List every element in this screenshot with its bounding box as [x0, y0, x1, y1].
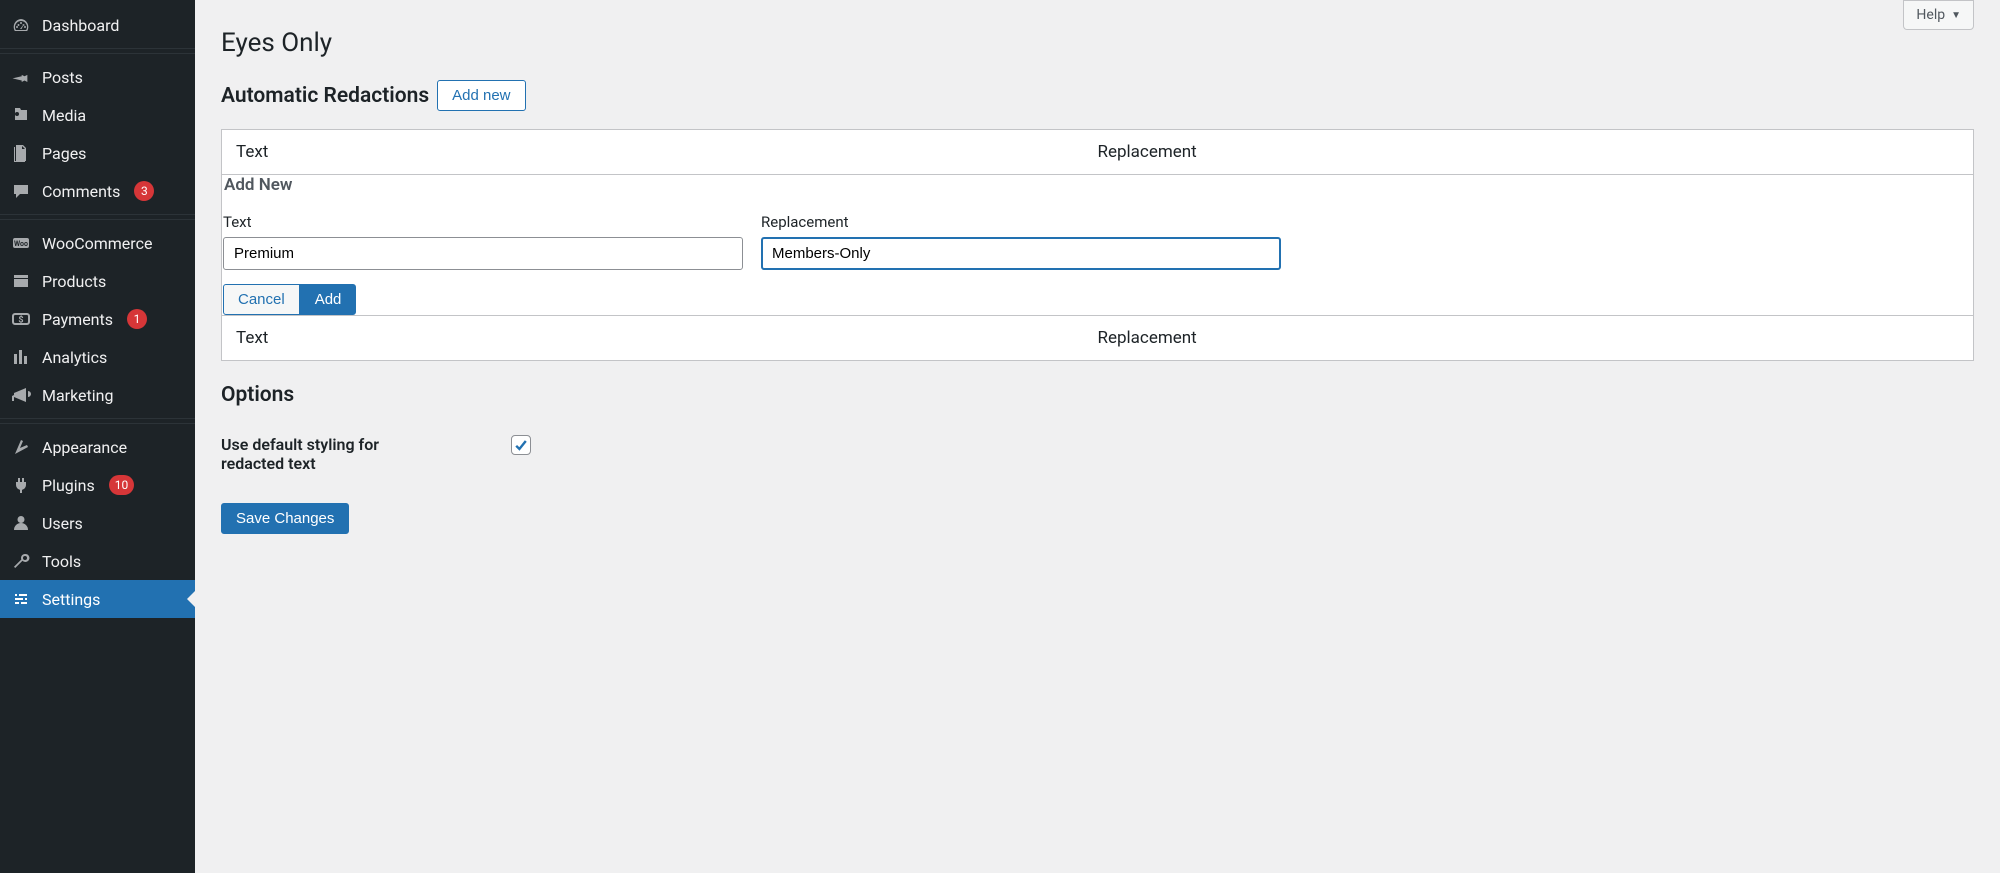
replacement-input[interactable]: [761, 237, 1281, 270]
sidebar-item-woocommerce[interactable]: Woo WooCommerce: [0, 224, 195, 262]
page-title: Eyes Only: [221, 28, 1974, 58]
sidebar-item-dashboard[interactable]: Dashboard: [0, 6, 195, 44]
sidebar-item-plugins[interactable]: Plugins 10: [0, 466, 195, 504]
sidebar-item-label: Settings: [42, 590, 100, 609]
products-icon: [10, 270, 32, 292]
main-content: Help ▼ Eyes Only Automatic Redactions Ad…: [195, 0, 2000, 873]
payments-badge: 1: [127, 309, 147, 329]
column-replacement[interactable]: Replacement: [1098, 142, 1960, 162]
sidebar-item-label: Marketing: [42, 386, 113, 405]
default-styling-checkbox[interactable]: [511, 435, 531, 455]
users-icon: [10, 512, 32, 534]
add-button[interactable]: Add: [300, 284, 357, 315]
sidebar-item-label: Dashboard: [42, 16, 119, 35]
comments-icon: [10, 180, 32, 202]
sidebar-item-tools[interactable]: Tools: [0, 542, 195, 580]
sidebar-item-analytics[interactable]: Analytics: [0, 338, 195, 376]
sidebar-item-products[interactable]: Products: [0, 262, 195, 300]
svg-text:Woo: Woo: [14, 240, 28, 248]
chevron-down-icon: ▼: [1951, 10, 1961, 21]
media-icon: [10, 104, 32, 126]
add-new-button[interactable]: Add new: [437, 80, 525, 111]
sidebar-item-label: Posts: [42, 68, 83, 87]
woocommerce-icon: Woo: [10, 232, 32, 254]
sidebar-item-label: Products: [42, 272, 106, 291]
settings-icon: [10, 588, 32, 610]
replacement-field-label: Replacement: [761, 213, 1281, 231]
section-title-redactions: Automatic Redactions: [221, 84, 429, 108]
sidebar-item-appearance[interactable]: Appearance: [0, 428, 195, 466]
sidebar-item-label: Media: [42, 106, 86, 125]
plugins-icon: [10, 474, 32, 496]
sidebar-item-label: Users: [42, 514, 83, 533]
cancel-button[interactable]: Cancel: [223, 284, 300, 315]
comments-badge: 3: [134, 181, 154, 201]
sidebar-item-settings[interactable]: Settings: [0, 580, 195, 618]
column-text[interactable]: Text: [236, 328, 1098, 348]
sidebar-item-pages[interactable]: Pages: [0, 134, 195, 172]
menu-separator: [0, 48, 195, 54]
svg-text:$: $: [18, 315, 23, 326]
table-footer: Text Replacement: [222, 315, 1973, 360]
payments-icon: $: [10, 308, 32, 330]
pages-icon: [10, 142, 32, 164]
sidebar-item-posts[interactable]: Posts: [0, 58, 195, 96]
menu-separator: [0, 214, 195, 220]
sidebar-item-media[interactable]: Media: [0, 96, 195, 134]
analytics-icon: [10, 346, 32, 368]
admin-sidebar: Dashboard Posts Media Pages Comments 3 W…: [0, 0, 195, 873]
menu-separator: [0, 418, 195, 424]
appearance-icon: [10, 436, 32, 458]
sidebar-item-payments[interactable]: $ Payments 1: [0, 300, 195, 338]
table-header: Text Replacement: [222, 130, 1973, 175]
save-changes-button[interactable]: Save Changes: [221, 503, 349, 534]
sidebar-item-comments[interactable]: Comments 3: [0, 172, 195, 210]
sidebar-item-label: Tools: [42, 552, 81, 571]
sidebar-item-label: WooCommerce: [42, 234, 152, 253]
sidebar-item-label: Appearance: [42, 438, 127, 457]
redactions-table: Text Replacement Add New Text Replacemen…: [221, 129, 1974, 361]
section-title-options: Options: [221, 383, 1974, 407]
column-text[interactable]: Text: [236, 142, 1098, 162]
sidebar-item-label: Plugins: [42, 476, 95, 495]
sidebar-item-label: Comments: [42, 182, 120, 201]
text-field-label: Text: [223, 213, 743, 231]
check-icon: [513, 437, 529, 453]
dashboard-icon: [10, 14, 32, 36]
marketing-icon: [10, 384, 32, 406]
table-body: Add New Text Replacement Cancel Add: [221, 175, 1974, 315]
plugins-badge: 10: [109, 475, 135, 495]
sidebar-item-marketing[interactable]: Marketing: [0, 376, 195, 414]
default-styling-label: Use default styling for redacted text: [221, 435, 421, 473]
pin-icon: [10, 66, 32, 88]
sidebar-item-users[interactable]: Users: [0, 504, 195, 542]
add-new-heading: Add New: [223, 175, 1972, 213]
sidebar-item-label: Analytics: [42, 348, 107, 367]
sidebar-item-label: Payments: [42, 310, 113, 329]
help-tab[interactable]: Help ▼: [1903, 0, 1974, 30]
tools-icon: [10, 550, 32, 572]
column-replacement[interactable]: Replacement: [1098, 328, 1960, 348]
help-label: Help: [1916, 7, 1945, 23]
sidebar-item-label: Pages: [42, 144, 86, 163]
text-input[interactable]: [223, 237, 743, 270]
